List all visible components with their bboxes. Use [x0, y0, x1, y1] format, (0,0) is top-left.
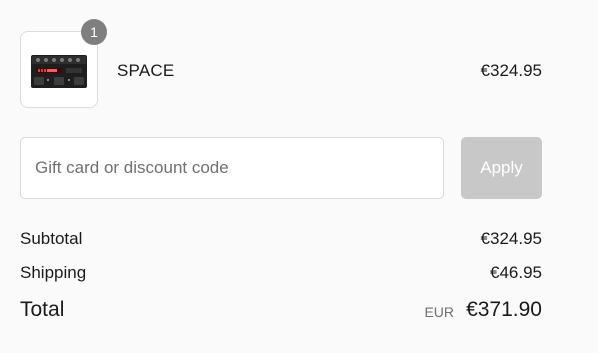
product-name: SPACE	[117, 61, 175, 80]
effects-pedal-icon	[31, 55, 87, 88]
product-thumbnail: 1	[20, 19, 107, 108]
quantity-badge: 1	[81, 19, 107, 45]
total-currency-code: EUR	[424, 304, 454, 320]
shipping-value: €46.95	[490, 263, 542, 282]
shipping-row: Shipping €46.95	[20, 263, 542, 285]
cart-line-item: 1 SPACE €324.95	[20, 19, 542, 110]
total-value: €371.90	[466, 298, 542, 321]
discount-code-input[interactable]	[20, 137, 444, 199]
total-label: Total	[20, 298, 65, 321]
total-row: Total EUR €371.90	[20, 298, 542, 324]
shipping-label: Shipping	[20, 263, 87, 282]
product-price: €324.95	[480, 61, 542, 80]
subtotal-value: €324.95	[480, 229, 542, 248]
subtotal-label: Subtotal	[20, 229, 83, 248]
subtotal-row: Subtotal €324.95	[20, 229, 542, 251]
apply-discount-button[interactable]: Apply	[461, 137, 542, 199]
